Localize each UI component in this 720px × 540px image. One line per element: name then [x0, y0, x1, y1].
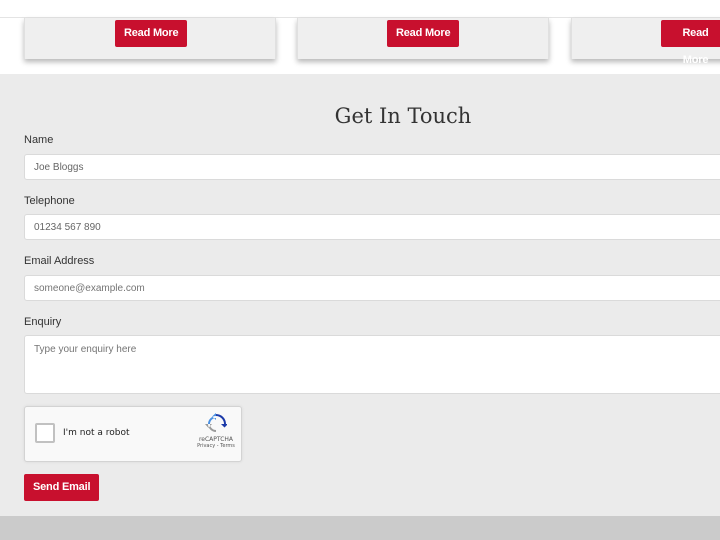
name-field[interactable]: [24, 154, 720, 180]
footer-strip: [0, 516, 720, 540]
recaptcha-logo: reCAPTCHA Privacy - Terms: [193, 413, 239, 449]
enquiry-field[interactable]: [24, 335, 720, 394]
email-label: Email Address: [24, 255, 95, 267]
cards-strip: Read More Read More Read More: [0, 18, 720, 74]
contact-section: Get In Touch Name Telephone Email Addres…: [0, 74, 720, 516]
article-card: Read More: [297, 18, 549, 59]
name-label: Name: [24, 134, 54, 146]
recaptcha-label: I'm not a robot: [63, 428, 130, 438]
section-title: Get In Touch: [334, 104, 472, 128]
email-field[interactable]: [24, 275, 720, 301]
article-card: Read More: [24, 18, 276, 59]
recaptcha-widget: I'm not a robot reCAPTCHA Privacy - Term…: [24, 406, 242, 462]
recaptcha-icon: [205, 413, 227, 432]
read-more-button[interactable]: Read More: [387, 20, 460, 47]
article-card: Read More: [571, 18, 720, 66]
telephone-field[interactable]: [24, 214, 720, 240]
top-bar: [0, 0, 720, 18]
recaptcha-checkbox[interactable]: [35, 423, 55, 443]
enquiry-label: Enquiry: [24, 316, 62, 328]
telephone-label: Telephone: [24, 195, 75, 207]
recaptcha-brand: reCAPTCHA: [198, 436, 234, 443]
recaptcha-links[interactable]: Privacy - Terms: [193, 443, 239, 449]
read-more-button[interactable]: Read More: [661, 20, 720, 66]
send-email-button[interactable]: Send Email: [24, 474, 100, 501]
read-more-button[interactable]: Read More: [115, 20, 188, 47]
